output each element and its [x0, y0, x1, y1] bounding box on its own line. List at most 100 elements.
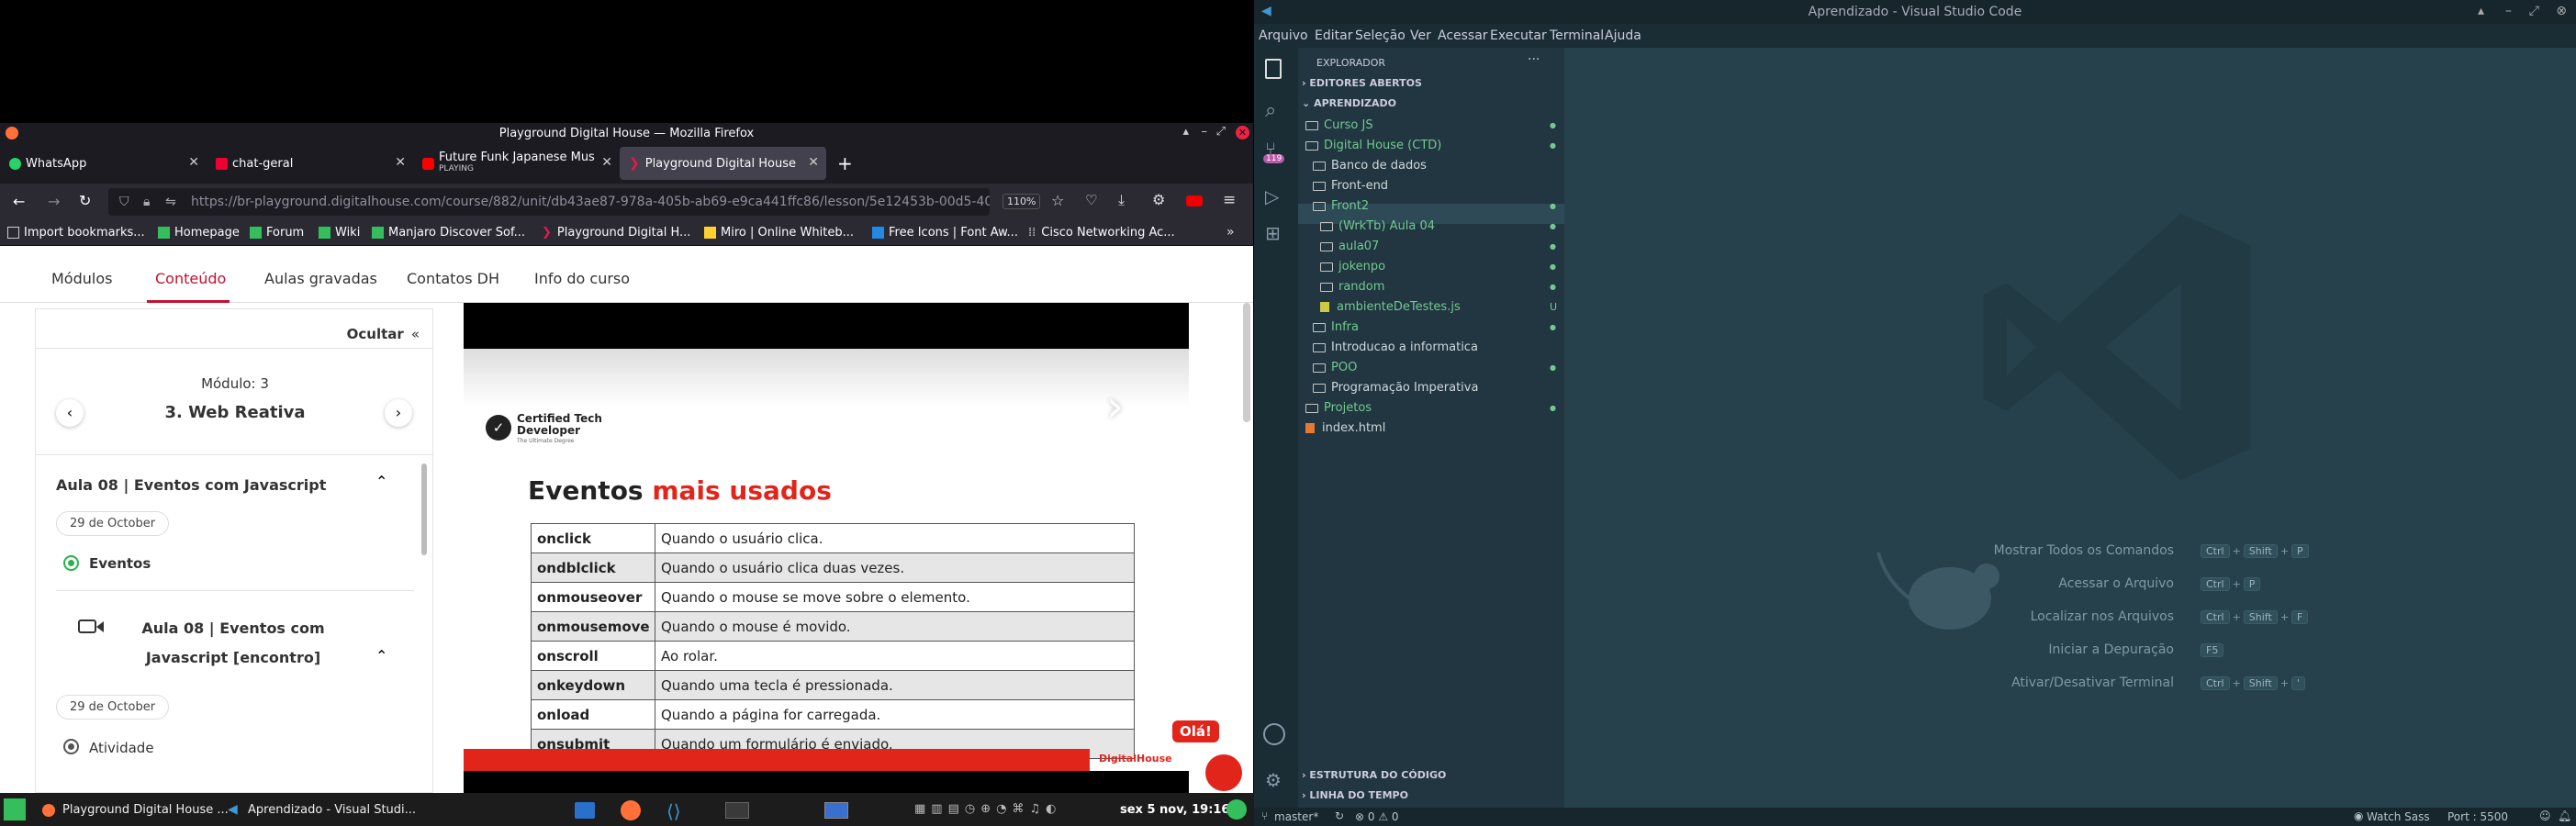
tree-item[interactable]: jokenpo ●	[1320, 257, 1556, 277]
tree-item[interactable]: (WrkTb) Aula 04 ●	[1320, 217, 1556, 237]
slide-next-icon[interactable]: ›	[1106, 381, 1124, 432]
firefox-launcher-icon[interactable]	[621, 800, 641, 820]
downloads-icon[interactable]: ⤓	[1118, 191, 1125, 209]
update-icon[interactable]	[1226, 799, 1247, 820]
nav-aulas-gravadas[interactable]: Aulas gravadas	[264, 270, 377, 287]
nav-conteudo[interactable]: Conteúdo	[155, 270, 226, 287]
menu-acessar[interactable]: Acessar	[1438, 28, 1488, 43]
bookmark-star-icon[interactable]: ☆	[1051, 192, 1064, 209]
tab-close-icon[interactable]: ✕	[395, 155, 406, 170]
tree-item[interactable]: Curso JS ●	[1305, 116, 1556, 136]
tree-item[interactable]: Introducao a informatica	[1313, 338, 1478, 358]
branch-name[interactable]: master*	[1274, 810, 1318, 823]
tab-close-icon[interactable]: ✕	[601, 155, 612, 170]
url-bar[interactable]: ⛉ 🔒︎ ⇋ https://br-playground.digitalhous…	[108, 188, 990, 216]
files-icon[interactable]	[575, 802, 595, 819]
workspace-header[interactable]: ⌄ APRENDIZADO	[1302, 97, 1396, 109]
forward-icon[interactable]: →	[48, 193, 60, 210]
more-actions-icon[interactable]: ···	[1528, 52, 1540, 67]
nav-info-curso[interactable]: Info do curso	[534, 270, 630, 287]
workspace-2-icon[interactable]	[824, 802, 848, 819]
bookmark-item[interactable]: ⁞⁞ Cisco Networking Ac...	[1028, 226, 1175, 240]
page-scrollbar[interactable]	[1243, 303, 1250, 422]
tree-item[interactable]: random ●	[1320, 277, 1556, 297]
youtube-extension-icon[interactable]	[1186, 195, 1203, 206]
tree-item[interactable]: Programação Imperativa	[1313, 378, 1478, 398]
task-firefox[interactable]: Playground Digital House ...	[62, 803, 229, 817]
menu-terminal[interactable]: Terminal	[1550, 28, 1604, 43]
extension-icon[interactable]: ⚙	[1152, 191, 1165, 208]
bookmark-item[interactable]: Free Icons | Font Aw...	[872, 226, 1018, 240]
reload-icon[interactable]: ↻	[79, 192, 91, 209]
menu-ver[interactable]: Ver	[1410, 28, 1431, 43]
tree-item[interactable]: Front-end	[1313, 176, 1388, 196]
tree-item[interactable]: Banco de dados	[1313, 156, 1427, 176]
zoom-level[interactable]: 110%	[1002, 194, 1041, 209]
task-vscode[interactable]: Aprendizado - Visual Studi...	[248, 803, 416, 817]
bookmark-item[interactable]: Manjaro Discover Sof...	[372, 226, 525, 240]
tab-playground[interactable]: ❯ Playground Digital House ✕	[620, 147, 826, 180]
collapse-icon[interactable]: ⌃	[375, 647, 387, 664]
window-close-icon[interactable]: ✕	[1236, 126, 1249, 140]
tree-item[interactable]: Digital House (CTD) ●	[1305, 136, 1556, 156]
problems-indicator[interactable]: ⊗ 0 ⚠ 0	[1355, 810, 1399, 823]
panel-scrollbar[interactable]	[421, 463, 427, 555]
chat-close-icon[interactable]: ✕	[1216, 702, 1228, 720]
sync-icon[interactable]: ↻	[1335, 809, 1344, 822]
chat-avatar-icon[interactable]	[1205, 754, 1242, 791]
new-tab-icon[interactable]: +	[837, 152, 853, 174]
port-indicator[interactable]: Port : 5500	[2447, 810, 2508, 823]
window-maximize-icon[interactable]: ⤢	[2529, 4, 2539, 18]
tab-close-icon[interactable]: ✕	[188, 155, 199, 170]
timeline-header[interactable]: › LINHA DO TEMPO	[1302, 789, 1408, 801]
vscode-launcher-icon[interactable]: ⟨⟩	[666, 800, 681, 822]
tree-item[interactable]: POO ●	[1313, 358, 1556, 378]
run-debug-icon[interactable]: ▷	[1265, 185, 1279, 207]
extensions-icon[interactable]: ⊞	[1265, 222, 1281, 244]
bookmark-item[interactable]: Forum	[250, 226, 304, 240]
menu-ajuda[interactable]: Ajuda	[1605, 28, 1641, 43]
search-icon[interactable]: ⌕	[1265, 99, 1276, 122]
pocket-icon[interactable]: ♡	[1085, 192, 1097, 208]
menu-arquivo[interactable]: Arquivo	[1259, 28, 1308, 43]
window-close-icon[interactable]: ⊗	[2556, 4, 2567, 18]
next-module-icon[interactable]: ›	[385, 399, 412, 427]
tree-item[interactable]: aula07 ●	[1320, 237, 1556, 257]
watch-sass[interactable]: Watch Sass	[2367, 810, 2430, 823]
tab-whatsapp[interactable]: WhatsApp ✕	[0, 147, 207, 180]
clock[interactable]: sex 5 nov, 19:16	[1120, 803, 1229, 817]
bookmark-item[interactable]: Homepage	[158, 226, 240, 240]
lesson-title[interactable]: Aula 08 | Eventos com Javascript	[56, 476, 326, 494]
tab-youtube[interactable]: Future Funk Japanese Mus PLAYING ✕	[413, 147, 620, 180]
workspace-1-icon[interactable]	[725, 802, 749, 819]
tree-item[interactable]: ambienteDeTestes.js U	[1320, 297, 1557, 318]
tab-close-icon[interactable]: ✕	[808, 155, 819, 170]
chat-bubble[interactable]: Olá!	[1172, 720, 1219, 742]
settings-gear-icon[interactable]: ⚙	[1265, 769, 1282, 791]
explorer-icon[interactable]	[1265, 59, 1282, 79]
tree-item[interactable]: Projetos ●	[1305, 398, 1556, 419]
window-restore-icon[interactable]: –	[1202, 125, 1208, 139]
tree-item[interactable]: index.html	[1305, 419, 1385, 439]
window-up-icon[interactable]: ▴	[2478, 4, 2484, 18]
account-icon[interactable]	[1263, 723, 1285, 745]
hide-button[interactable]: Ocultar «	[347, 326, 420, 342]
open-editors-header[interactable]: › EDITORES ABERTOS	[1302, 77, 1422, 89]
manjaro-menu-icon[interactable]	[4, 798, 26, 820]
feedback-icon[interactable]: ☺	[2539, 809, 2551, 822]
lesson-item[interactable]: Atividade	[89, 740, 154, 756]
tree-item[interactable]: Front2 ●	[1313, 196, 1556, 217]
tree-item[interactable]: Infra ●	[1313, 318, 1556, 338]
nav-modulos[interactable]: Módulos	[51, 270, 112, 287]
nav-contatos[interactable]: Contatos DH	[407, 270, 499, 287]
menu-editar[interactable]: Editar	[1315, 28, 1352, 43]
back-icon[interactable]: ←	[13, 193, 25, 210]
bookmark-item[interactable]: Wiki	[319, 226, 360, 240]
window-minimize-icon[interactable]: –	[2505, 4, 2512, 18]
prev-module-icon[interactable]: ‹	[56, 399, 84, 427]
outline-header[interactable]: › ESTRUTURA DO CÓDIGO	[1302, 769, 1446, 781]
notifications-icon[interactable]: 🔔︎	[2558, 809, 2571, 822]
lesson-item[interactable]: Eventos	[89, 555, 151, 572]
collapse-icon[interactable]: ⌃	[375, 473, 387, 490]
lesson-video[interactable]: ✓ Certified Tech Developer The Ultimate …	[464, 303, 1242, 793]
